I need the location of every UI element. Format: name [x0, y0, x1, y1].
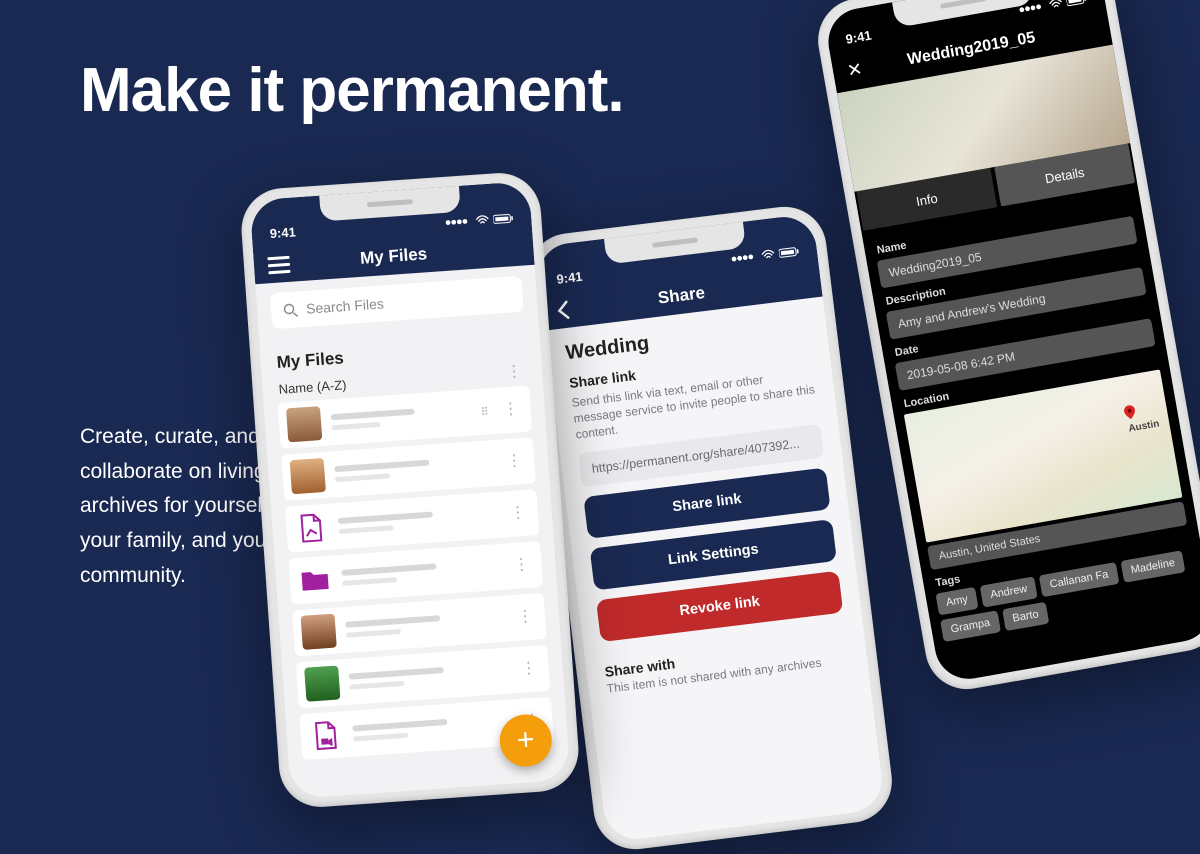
more-icon[interactable]: ⋮	[498, 401, 523, 419]
file-thumbnail	[304, 665, 340, 701]
map-pin-icon	[1122, 404, 1138, 420]
tag[interactable]: Amy	[935, 587, 978, 616]
search-icon	[283, 302, 299, 318]
phone-details: 9:41 ●●●● ✕ Wedding2019_05 Info Details …	[812, 0, 1200, 696]
more-icon[interactable]: ⋮	[505, 505, 530, 523]
nav-title: My Files	[360, 244, 428, 269]
tag[interactable]: Barto	[1002, 602, 1049, 631]
map-city-label: Austin	[1128, 418, 1161, 434]
more-icon[interactable]: ⋮	[502, 453, 527, 471]
phone-my-files: 9:41 ●●●● My Files Search Files My Files…	[239, 170, 582, 809]
nav-title: Share	[657, 283, 706, 309]
search-input[interactable]: Search Files	[270, 276, 524, 329]
shared-icon: ⠿	[480, 405, 489, 419]
tag[interactable]: Grampa	[940, 610, 1001, 642]
status-icons: ●●●●	[444, 212, 513, 229]
back-icon[interactable]	[555, 299, 571, 321]
status-time: 9:41	[269, 224, 296, 241]
pdf-icon	[293, 510, 329, 546]
more-icon[interactable]: ⋮	[516, 660, 541, 678]
phone-share: 9:41 ●●●● Share Wedding Share link Send …	[523, 202, 896, 854]
more-icon[interactable]: ⋮	[509, 557, 534, 575]
plus-icon: +	[516, 723, 536, 758]
file-thumbnail	[290, 458, 326, 494]
file-thumbnail	[286, 406, 322, 442]
tag[interactable]: Andrew	[980, 576, 1038, 607]
file-list: ⠿ ⋮ ⋮ ⋮ ⋮	[264, 384, 568, 761]
search-placeholder: Search Files	[306, 295, 385, 316]
sort-label[interactable]: Name (A-Z)	[278, 377, 347, 397]
menu-icon[interactable]	[267, 255, 290, 273]
file-thumbnail	[301, 614, 337, 650]
more-icon[interactable]: ⋮	[502, 364, 527, 382]
status-time: 9:41	[556, 269, 584, 287]
more-icon[interactable]: ⋮	[513, 608, 538, 626]
close-icon[interactable]: ✕	[845, 58, 864, 81]
hero-title: Make it permanent.	[80, 55, 624, 126]
folder-icon	[297, 562, 333, 598]
video-file-icon	[308, 717, 344, 753]
status-time: 9:41	[844, 28, 872, 47]
